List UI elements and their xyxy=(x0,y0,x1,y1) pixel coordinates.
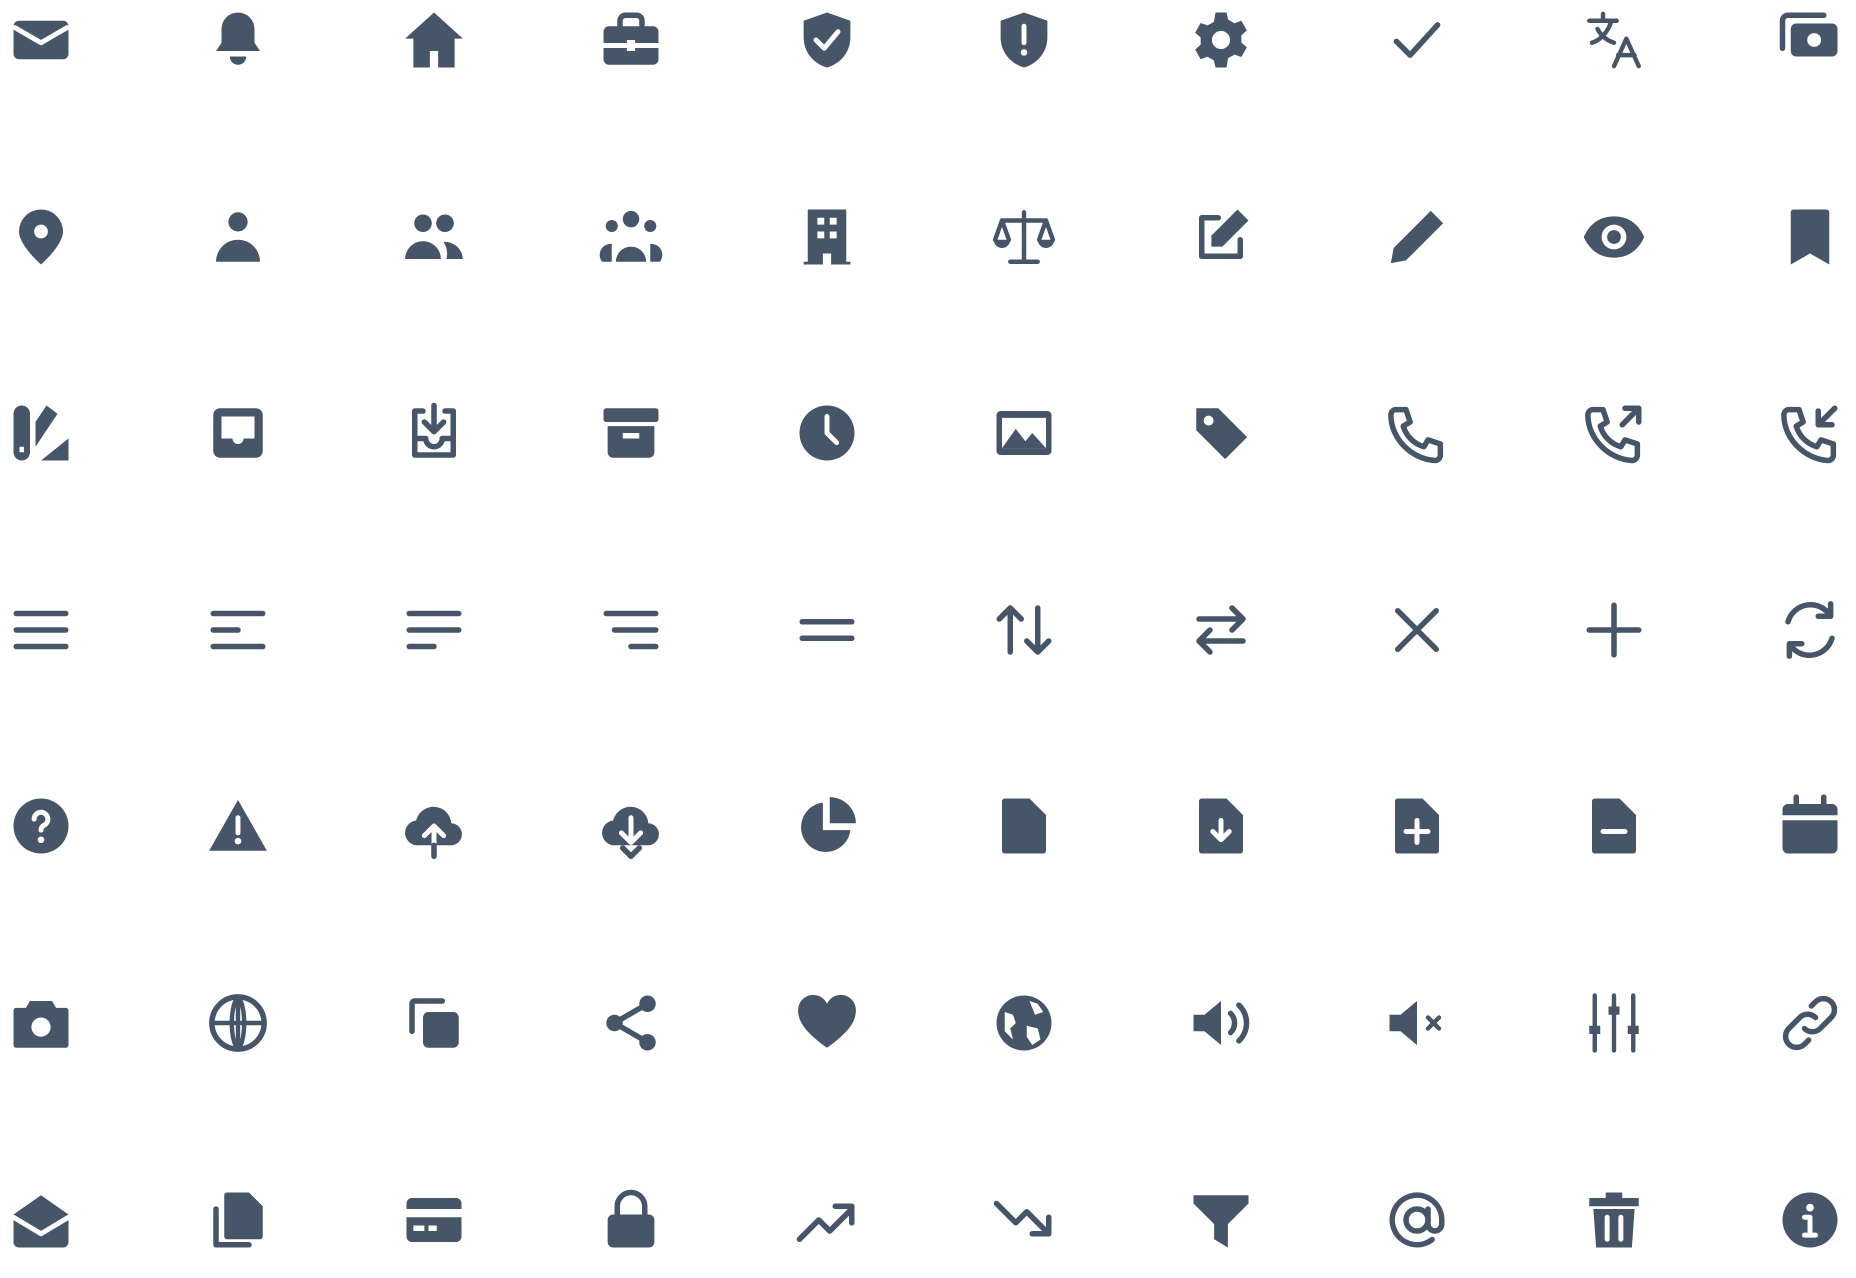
inbox-icon xyxy=(205,400,271,466)
document-plus-icon xyxy=(1384,793,1450,859)
banknotes-icon xyxy=(1777,7,1843,73)
funnel-icon xyxy=(1188,1187,1254,1253)
document-duplicate-icon xyxy=(205,1187,271,1253)
phone-icon xyxy=(1384,400,1450,466)
square-2-stack-icon xyxy=(401,990,467,1056)
bars-3-bottom-left-icon xyxy=(205,597,271,663)
lock-closed-icon xyxy=(598,1187,664,1253)
credit-card-icon xyxy=(401,1187,467,1253)
adjustments-vertical-icon xyxy=(1581,990,1647,1056)
icon-grid xyxy=(0,0,1856,1278)
phone-arrow-down-left-icon xyxy=(1777,400,1843,466)
calendar-icon xyxy=(1777,793,1843,859)
speaker-wave-icon xyxy=(1188,990,1254,1056)
speaker-x-mark-icon xyxy=(1384,990,1450,1056)
map-pin-icon xyxy=(8,204,74,270)
camera-icon xyxy=(8,990,74,1056)
clock-icon xyxy=(794,400,860,466)
language-icon xyxy=(1581,7,1647,73)
trash-icon xyxy=(1581,1187,1647,1253)
share-icon xyxy=(598,990,664,1056)
plus-icon xyxy=(1581,597,1647,663)
bars-2-icon xyxy=(794,597,860,663)
briefcase-icon xyxy=(598,7,664,73)
bars-3-center-left-icon xyxy=(401,597,467,663)
question-mark-circle-icon xyxy=(8,793,74,859)
tag-icon xyxy=(1188,400,1254,466)
building-office-icon xyxy=(794,204,860,270)
envelope-icon xyxy=(8,7,74,73)
document-minus-icon xyxy=(1581,793,1647,859)
photo-icon xyxy=(991,400,1057,466)
user-icon xyxy=(205,204,271,270)
swatch-icon xyxy=(8,400,74,466)
pencil-square-icon xyxy=(1188,204,1254,270)
cog-icon xyxy=(1188,7,1254,73)
arrows-up-down-icon xyxy=(991,597,1057,663)
cloud-arrow-up-icon xyxy=(401,793,467,860)
arrows-right-left-icon xyxy=(1188,597,1254,663)
bars-3-bottom-right-icon xyxy=(598,597,664,663)
link-icon xyxy=(1777,990,1843,1056)
eye-icon xyxy=(1581,204,1647,270)
arrow-trending-down-icon xyxy=(991,1187,1057,1253)
bell-icon xyxy=(205,7,271,73)
arrow-trending-up-icon xyxy=(794,1187,860,1253)
archive-box-icon xyxy=(598,400,664,466)
shield-check-icon xyxy=(794,7,860,73)
inbox-arrow-down-icon xyxy=(401,400,467,466)
at-symbol-icon xyxy=(1384,1187,1450,1253)
globe-alt-icon xyxy=(205,990,271,1056)
information-circle-icon xyxy=(1777,1187,1843,1253)
check-icon xyxy=(1384,7,1450,73)
home-icon xyxy=(401,7,467,73)
x-mark-icon xyxy=(1384,597,1450,663)
globe-europe-africa-icon xyxy=(991,990,1057,1056)
envelope-open-icon xyxy=(8,1187,74,1253)
document-icon xyxy=(991,793,1057,859)
bookmark-icon xyxy=(1777,204,1843,270)
shield-exclamation-icon xyxy=(991,7,1057,73)
arrow-path-icon xyxy=(1777,597,1843,663)
pencil-icon xyxy=(1384,204,1450,270)
users-icon xyxy=(401,204,467,270)
user-group-icon xyxy=(598,204,664,270)
phone-arrow-up-right-icon xyxy=(1581,400,1647,466)
cloud-arrow-down-icon xyxy=(598,793,664,860)
exclamation-triangle-icon xyxy=(205,793,271,859)
chart-pie-icon xyxy=(794,793,860,859)
heart-icon xyxy=(794,990,860,1056)
document-arrow-down-icon xyxy=(1188,793,1254,859)
bars-3-icon xyxy=(8,597,74,663)
scale-icon xyxy=(991,204,1057,270)
